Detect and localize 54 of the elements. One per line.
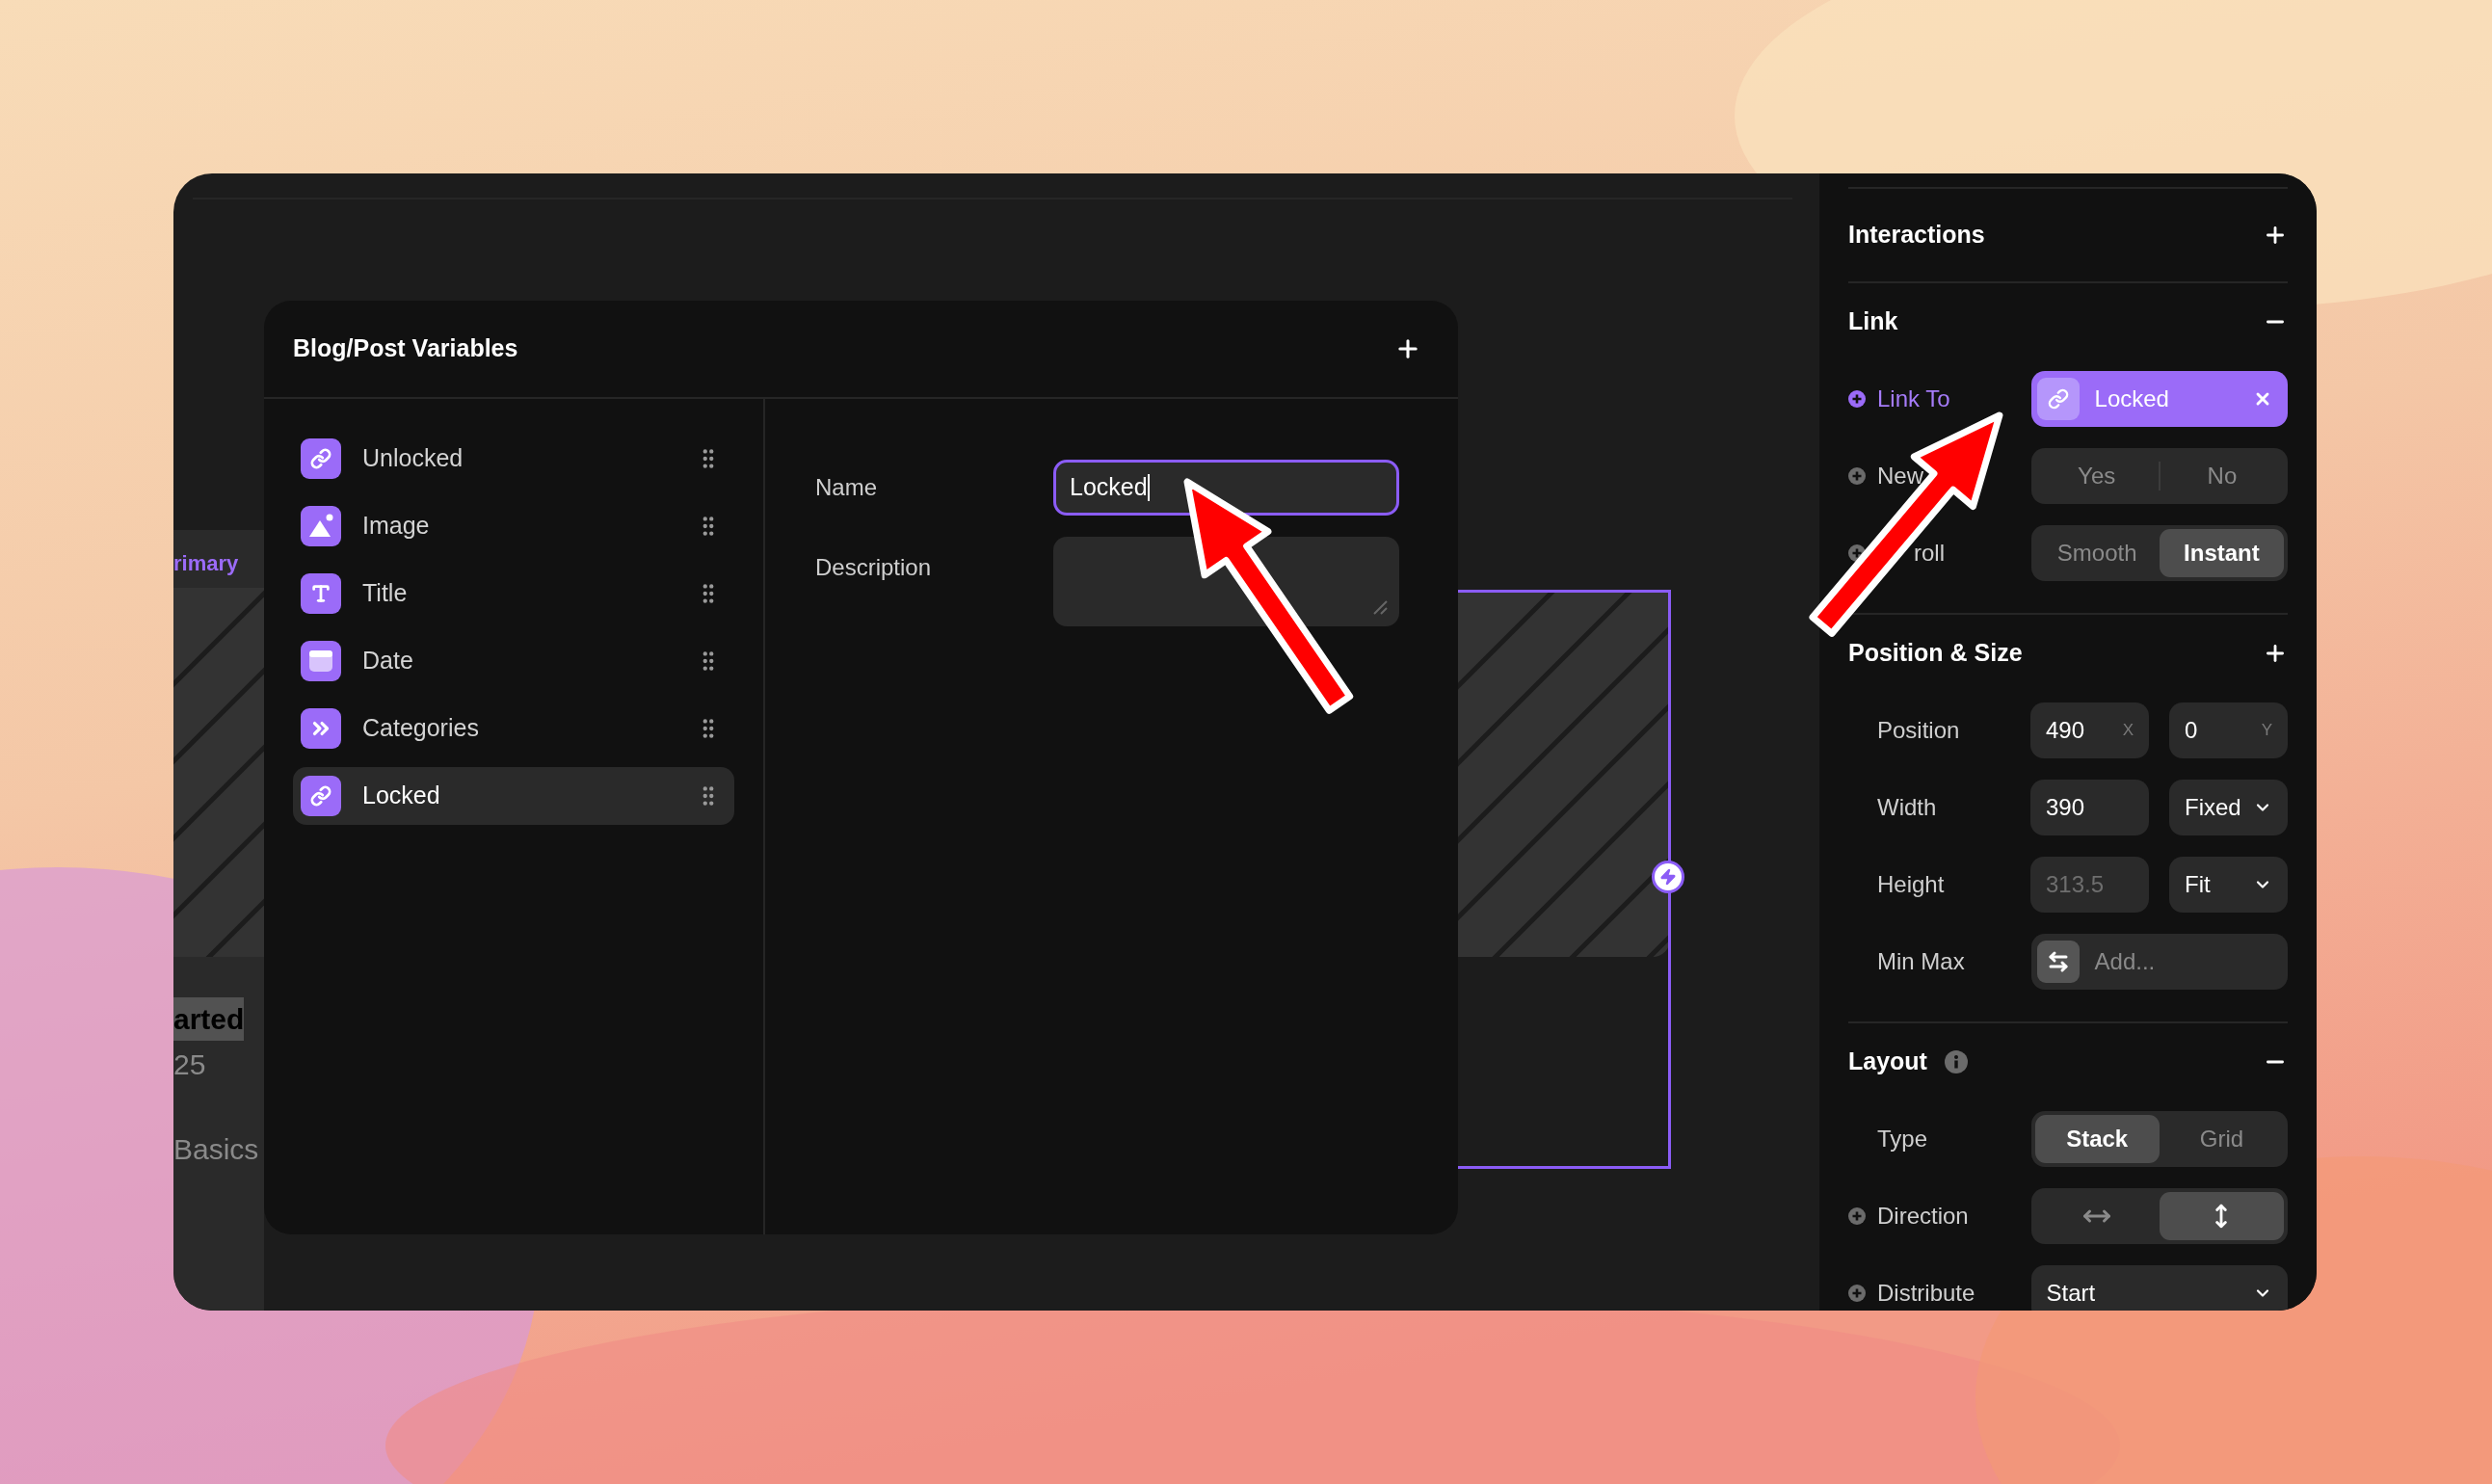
segment-option[interactable]: Yes xyxy=(2034,452,2159,500)
dropdown[interactable]: Fixed xyxy=(2169,780,2288,835)
lightning-handle-icon[interactable] xyxy=(1652,861,1684,893)
chip-label: Locked xyxy=(2094,384,2170,413)
dropdown[interactable]: Start xyxy=(2030,1265,2288,1311)
name-field[interactable]: Locked xyxy=(1053,460,1399,516)
section-title: Interactions xyxy=(1848,220,1985,251)
tag-label: rimary xyxy=(173,550,239,577)
link-chip[interactable]: Locked xyxy=(2030,371,2288,427)
link-icon xyxy=(301,438,341,479)
section-title: Link xyxy=(1848,306,1898,337)
field-label: Position xyxy=(1877,716,1960,745)
segment-option[interactable]: No xyxy=(2160,452,2284,500)
field-label: Description xyxy=(815,553,933,582)
text-icon xyxy=(301,573,341,614)
field-label: Min Max xyxy=(1877,947,1965,976)
field-label: Height xyxy=(1877,870,1945,899)
card-category: Basics xyxy=(173,1132,259,1167)
field-label: Width xyxy=(1877,793,1937,822)
field-label: Name xyxy=(815,473,879,502)
variable-item[interactable]: Unlocked xyxy=(293,430,734,488)
variable-item[interactable]: Locked xyxy=(293,767,734,825)
dialog-title: Blog/Post Variables xyxy=(293,333,518,364)
field-label: Distribute xyxy=(1877,1279,1975,1308)
section-title: Position & Size xyxy=(1848,638,2023,669)
card-date: 25 xyxy=(173,1047,206,1082)
number-field[interactable]: 0 Y xyxy=(2169,702,2288,758)
dropdown[interactable]: Fit xyxy=(2169,857,2288,913)
min-max-field[interactable]: Add... xyxy=(2030,934,2288,990)
field-label: Type xyxy=(1877,1125,1928,1153)
link-icon xyxy=(301,776,341,816)
card-title: arted xyxy=(173,997,245,1041)
variable-item[interactable]: Date xyxy=(293,632,734,690)
segment-option[interactable]: Stack xyxy=(2034,1115,2160,1163)
number-field[interactable]: 490 X xyxy=(2030,702,2149,758)
direction-option[interactable] xyxy=(2159,1192,2284,1240)
variable-item[interactable]: Image xyxy=(293,497,734,555)
segment-option[interactable]: Instant xyxy=(2159,529,2284,577)
section-title: Layout xyxy=(1848,1047,1927,1077)
segment-option[interactable]: Grid xyxy=(2159,1115,2284,1163)
info-icon[interactable] xyxy=(1944,1050,1968,1073)
field-label: Link To xyxy=(1877,384,1950,413)
field-label: roll xyxy=(1914,539,1945,568)
variable-item[interactable]: Categories xyxy=(293,700,734,757)
segment-option[interactable]: Smooth xyxy=(2034,529,2160,577)
number-field[interactable]: 390 xyxy=(2030,780,2149,835)
chevrons-icon xyxy=(301,708,341,749)
field-label: New xyxy=(1877,462,1923,490)
field-label: Direction xyxy=(1877,1202,1969,1231)
resize-grip-icon[interactable] xyxy=(1372,599,1388,615)
calendar-icon xyxy=(301,641,341,681)
link-icon xyxy=(2036,378,2080,420)
variable-item[interactable]: Title xyxy=(293,565,734,623)
image-icon xyxy=(301,506,341,546)
